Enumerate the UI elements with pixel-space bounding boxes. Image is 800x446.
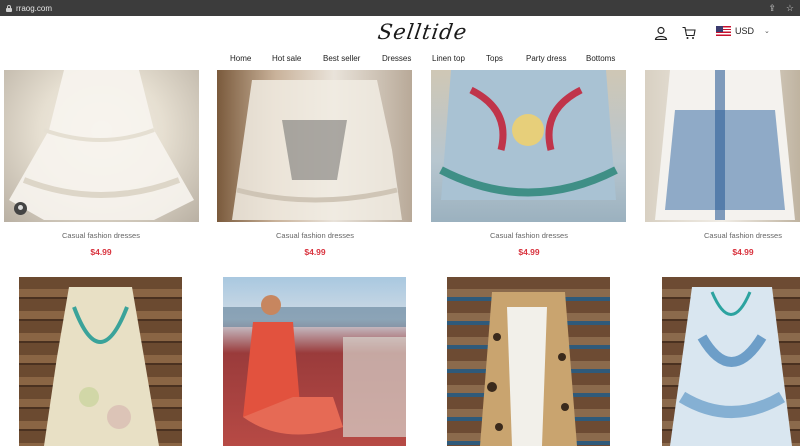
product-name[interactable]: Casual fashion dresses (215, 231, 415, 240)
product-image[interactable] (645, 70, 800, 222)
star-icon[interactable]: ☆ (786, 3, 794, 13)
chevron-down-icon: ⌄ (764, 28, 770, 35)
product-image[interactable] (4, 70, 199, 222)
product-price: $4.99 (518, 247, 540, 257)
product-price: $4.99 (90, 247, 112, 257)
currency-selector[interactable]: USD ⌄ (716, 26, 770, 36)
nav-tops[interactable]: Tops (486, 54, 503, 63)
user-icon[interactable] (654, 26, 668, 40)
url-text[interactable]: rraog.com (16, 4, 52, 13)
product-price: $4.99 (732, 247, 754, 257)
product-name[interactable]: Casual fashion dresses (1, 231, 201, 240)
nav-party-dress[interactable]: Party dress (526, 54, 566, 63)
share-icon[interactable]: ⇪ (768, 3, 776, 13)
product-image[interactable] (662, 277, 800, 446)
product-price: $4.99 (304, 247, 326, 257)
nav-dresses[interactable]: Dresses (382, 54, 411, 63)
nav-linen-top[interactable]: Linen top (432, 54, 465, 63)
main-navigation: Home Hot sale Best seller Dresses Linen … (0, 54, 800, 68)
us-flag-icon (716, 26, 731, 36)
site-header: Selltide USD ⌄ Home Hot sale Best seller… (0, 16, 800, 70)
product-image[interactable] (217, 70, 412, 222)
currency-label: USD (735, 26, 755, 36)
nav-home[interactable]: Home (230, 54, 251, 63)
nav-best-seller[interactable]: Best seller (323, 54, 360, 63)
nav-hot-sale[interactable]: Hot sale (272, 54, 301, 63)
product-image[interactable] (19, 277, 182, 446)
product-image[interactable] (431, 70, 626, 222)
nav-bottoms[interactable]: Bottoms (586, 54, 615, 63)
cart-icon[interactable] (682, 26, 696, 40)
avatar-icon (14, 202, 27, 215)
site-logo[interactable]: Selltide (376, 20, 469, 44)
product-name[interactable]: Casual fashion dresses (429, 231, 629, 240)
browser-address-bar[interactable]: rraog.com ⇪ ☆ (0, 0, 800, 16)
product-image[interactable] (223, 277, 406, 446)
lock-icon (6, 4, 12, 12)
product-image[interactable] (447, 277, 610, 446)
product-name[interactable]: Casual fashion dresses (643, 231, 800, 240)
